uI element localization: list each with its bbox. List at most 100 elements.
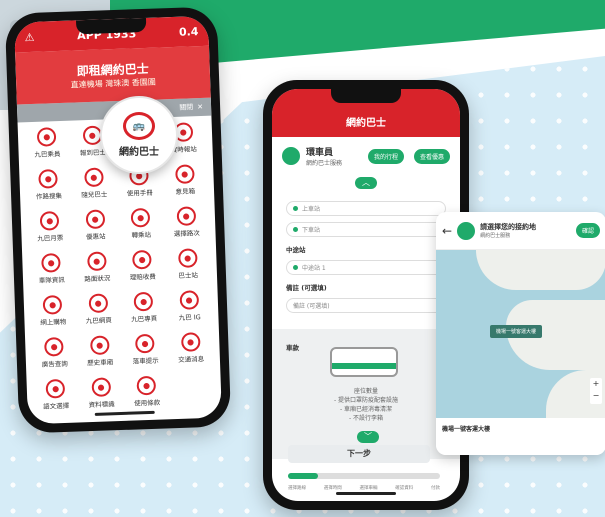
language-icon: ● <box>45 378 66 399</box>
menu-item-label: 落車提示 <box>132 356 159 366</box>
menu-item[interactable]: ● 路面狀況 <box>74 251 121 291</box>
news-icon: ● <box>180 332 201 352</box>
banner-subtitle: 直達機場 灣珠澳 香園圍 <box>70 77 156 90</box>
menu-item-label: 使用條款 <box>134 398 161 408</box>
menu-item-label: 歷史車廂 <box>87 358 114 368</box>
menu-item[interactable]: ● 交通消息 <box>167 332 214 372</box>
menu-item-label: 九巴網頁 <box>85 316 112 326</box>
booking-form: 上車站 下車站 中途站 中途站 1 備註 (可選填) 備註 (可選填) <box>272 191 460 323</box>
money-icon: ● <box>132 249 152 270</box>
history-icon: ● <box>89 335 110 356</box>
mail-icon: ● <box>174 164 195 184</box>
menu-item-label: 隨兒巴士 <box>81 190 108 200</box>
menu-item[interactable]: ● 選擇路次 <box>163 206 210 246</box>
menu-item-label: 理賠收費 <box>129 272 156 282</box>
close-icon[interactable]: ✕ <box>197 103 203 111</box>
menu-item-label: 巴士站 <box>178 271 199 280</box>
menu-item-label: 轉乘站 <box>131 230 152 240</box>
step-labels: 選擇路線 選擇時間 選擇車輛 確認資料 付款 <box>288 485 440 491</box>
warning-icon[interactable]: ⚠ <box>24 30 34 43</box>
close-label: 關閉 <box>179 103 194 112</box>
menu-item[interactable]: ● 網上購物 <box>30 295 77 335</box>
route-icon: ● <box>38 169 59 189</box>
back-arrow-icon[interactable]: ← <box>442 224 452 238</box>
transfer-icon: ● <box>130 207 151 228</box>
menu-item[interactable]: ● 九巴專頁 <box>121 291 168 331</box>
zoom-controls[interactable]: + − <box>590 378 602 404</box>
info-icon: ● <box>91 377 111 398</box>
offers-button[interactable]: 查看優惠 <box>413 148 450 164</box>
menu-item[interactable]: ● 歷史車廂 <box>77 335 124 375</box>
menu-item-label: 使用手冊 <box>126 188 153 198</box>
menu-item-label: 路面狀況 <box>84 274 111 284</box>
menu-item-label: 九巴乘員 <box>34 149 61 159</box>
avatar <box>282 147 300 165</box>
pin-icon <box>293 206 298 211</box>
mid-stop-label: 中途站 <box>286 246 306 254</box>
step-label: 選擇車輛 <box>359 486 378 491</box>
home-indicator <box>336 492 396 495</box>
menu-item[interactable]: ● 巴士站 <box>165 248 212 288</box>
location-pin-label[interactable]: 機場一號客運大樓 <box>490 325 543 338</box>
my-trips-button[interactable]: 我的行程 <box>367 148 404 164</box>
next-button[interactable]: 下一步 <box>288 445 430 463</box>
booking-screen: 網約巴士 環車員 網約巴士服務 我的行程 查看優惠 ︿ 上車站 下車站 中途站 … <box>272 89 460 501</box>
menu-item[interactable]: ● 意見箱 <box>162 164 209 204</box>
confirm-button[interactable]: 確認 <box>575 223 600 238</box>
pin-icon <box>293 227 298 232</box>
vehicle-description: 座位數量 - 提供口罩防疫配套設施 - 車廂已經消毒清潔 - 不設行李箱 <box>333 388 399 422</box>
menu-item[interactable]: ● 九巴網頁 <box>75 293 122 333</box>
menu-item-label: 廣告查詢 <box>41 359 68 369</box>
bus-icon: ● <box>83 167 104 188</box>
from-field[interactable]: 上車站 <box>286 201 446 216</box>
menu-item[interactable]: ● 落車提示 <box>122 333 169 373</box>
remark-field[interactable]: 備註 (可選填) <box>286 298 446 313</box>
stop-icon: ● <box>177 248 198 268</box>
menu-item[interactable]: ● 資料標識 <box>78 377 125 417</box>
mid-stop-field[interactable]: 中途站 1 <box>286 260 446 275</box>
step-label: 付款 <box>431 486 440 491</box>
avatar <box>457 221 476 240</box>
user-row: 環車員 網約巴士服務 我的行程 查看優惠 <box>272 137 460 175</box>
document-icon: ● <box>136 375 157 396</box>
menu-item[interactable]: ● 車隊資訊 <box>28 253 75 293</box>
selected-location: 機場一號客運大樓 <box>436 418 605 455</box>
phone-app-menu: ⚠ APP 1933 0.4 即租網約巴士 直達機場 灣珠澳 香園圍 關閉 ✕ … <box>4 6 232 434</box>
menu-item[interactable]: ● 理賠收費 <box>119 249 166 289</box>
menu-item[interactable]: ● 語文選擇 <box>33 378 80 418</box>
menu-item-label: 資料標識 <box>88 400 115 410</box>
map-icon: ● <box>176 206 196 226</box>
menu-item[interactable]: ● 隨兒巴士 <box>71 167 118 207</box>
phone-notch <box>76 17 147 35</box>
globe-icon: ● <box>88 293 108 314</box>
progress-bar <box>288 473 440 479</box>
map-view[interactable]: 機場一號客運大樓 + − <box>436 250 605 418</box>
map-picker-card: ← 請選擇您的接約地 網約巴士服務 確認 機場一號客運大樓 + − 機場一號客運大… <box>436 212 605 455</box>
promo-banner[interactable]: 即租網約巴士 直達機場 灣珠澳 香園圍 <box>15 45 211 105</box>
chevron-down-icon[interactable]: ﹀ <box>357 431 379 443</box>
menu-item-label: 優惠站 <box>85 232 106 242</box>
menu-item[interactable]: ● 轉乘站 <box>118 207 165 247</box>
step-label: 選擇時間 <box>323 486 342 491</box>
menu-item[interactable]: ● 九巴乘員 <box>24 127 71 167</box>
menu-item[interactable]: ● 作路搜集 <box>25 169 72 209</box>
chevron-up-icon[interactable]: ︿ <box>355 177 377 189</box>
app-menu-screen: ⚠ APP 1933 0.4 即租網約巴士 直達機場 灣珠澳 香園圍 關閉 ✕ … <box>14 15 222 425</box>
menu-item-label: 九巴專頁 <box>131 314 158 324</box>
bus-icon: 🚌 <box>123 112 155 140</box>
menu-item[interactable]: ● 優惠站 <box>72 209 119 249</box>
menu-item[interactable]: ● 使用條款 <box>123 375 170 415</box>
menu-item-label: 交通消息 <box>178 355 205 364</box>
menu-item[interactable]: ● 九巴 IG <box>166 290 213 330</box>
menu-item-label: 語文選擇 <box>43 401 70 411</box>
menu-item[interactable]: ● 九巴月票 <box>27 211 74 251</box>
highlighted-feature-bubble[interactable]: 🚌 網約巴士 <box>100 96 178 174</box>
menu-item[interactable]: ● 廣告查詢 <box>31 336 78 377</box>
facebook-icon: ● <box>133 291 154 312</box>
instagram-icon: ● <box>179 290 199 310</box>
person-icon: ● <box>36 127 57 147</box>
road-icon: ● <box>86 251 107 272</box>
to-field[interactable]: 下車站 <box>286 222 446 237</box>
step-label: 選擇路線 <box>288 486 306 491</box>
map-subtitle: 網約巴士服務 <box>480 232 511 239</box>
